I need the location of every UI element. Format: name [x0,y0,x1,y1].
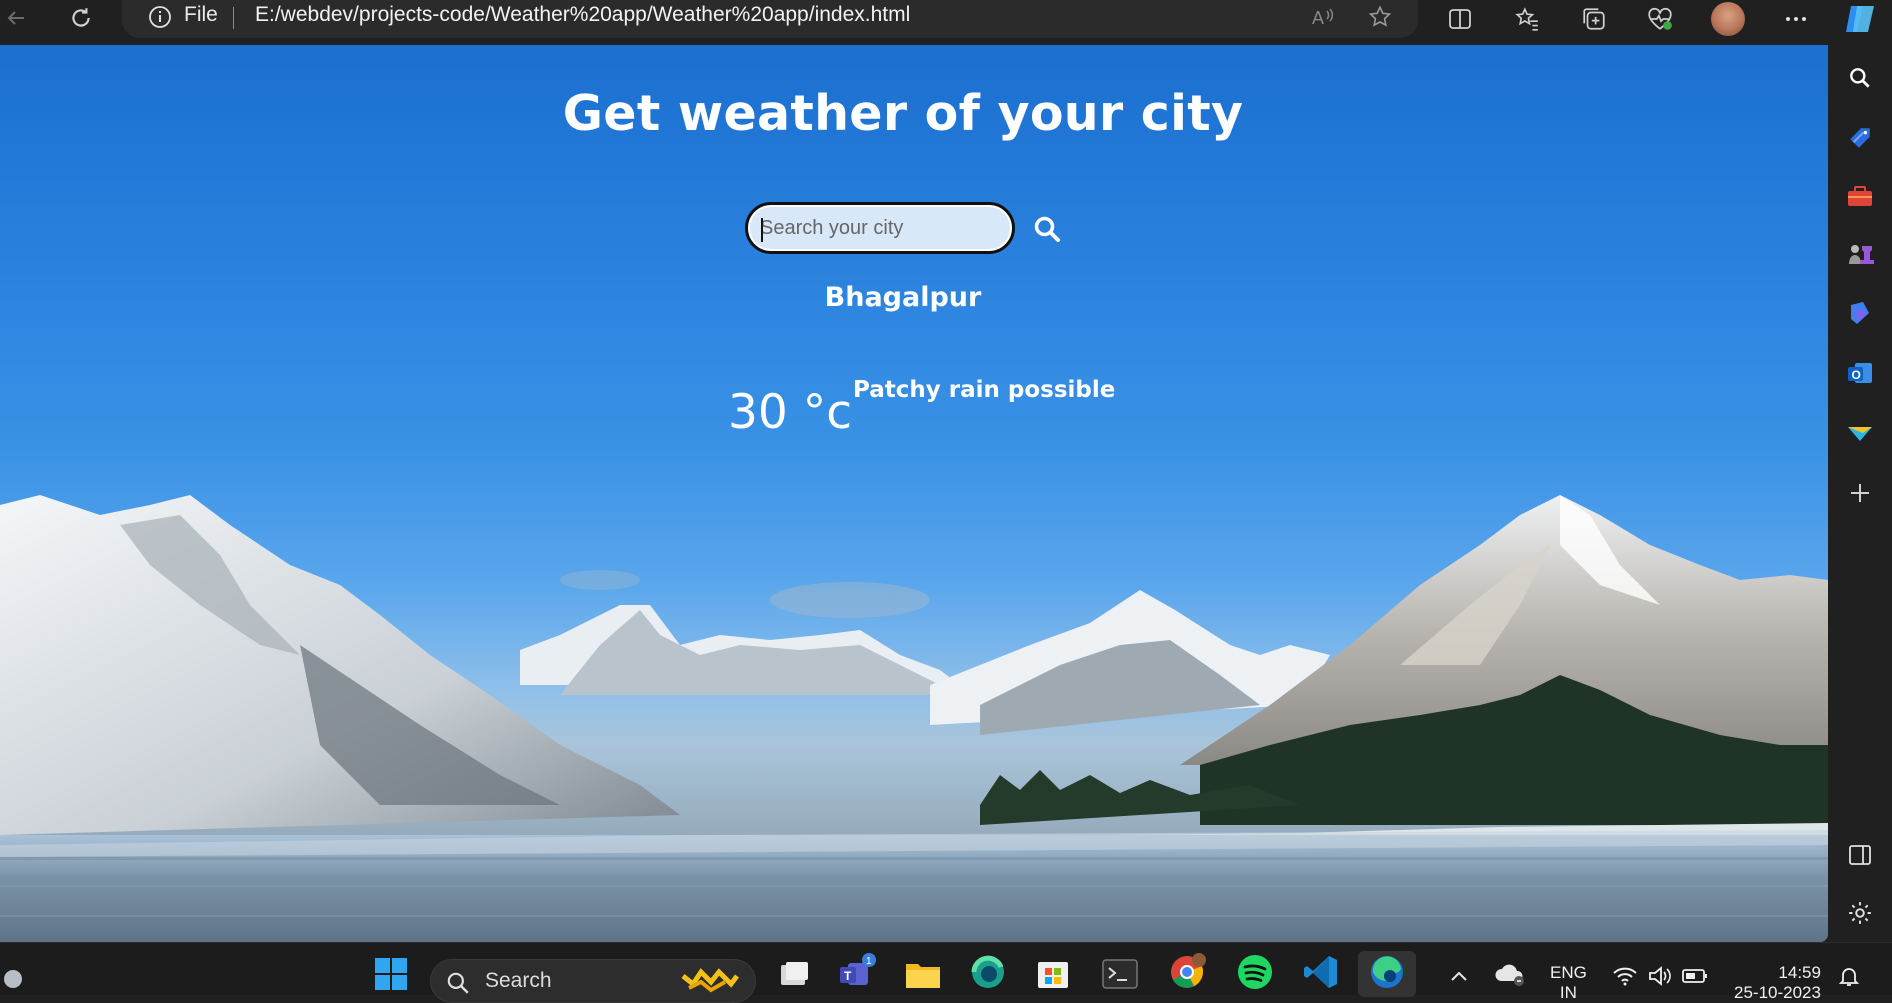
add-icon[interactable] [1844,477,1876,509]
favorites-icon[interactable] [1512,4,1542,34]
address-bar[interactable]: File E:/webdev/projects-code/Weather%20a… [122,0,1418,38]
search-box[interactable] [745,202,1015,254]
profile-avatar[interactable] [1711,2,1745,36]
search-icon [1034,216,1060,242]
mountain-lake-background [0,495,1828,942]
clock-time: 14:59 [1778,963,1821,982]
taskbar-search-label: Search [485,969,552,992]
taskbar-search-box[interactable]: Search [430,959,756,1003]
shopping-tag-icon[interactable] [1844,122,1876,154]
protocol-label: File [184,3,218,26]
city-name: Bhagalpur [824,282,982,313]
outlook-icon[interactable]: O [1844,357,1876,389]
task-view-icon[interactable] [773,953,815,995]
battery-icon[interactable] [1680,955,1710,997]
search-icon[interactable] [1844,62,1876,94]
sidebar-toggle-icon[interactable] [1844,839,1876,871]
language-code: ENG [1550,963,1587,982]
volume-icon[interactable] [1645,955,1675,997]
collections-icon[interactable] [1579,4,1609,34]
svg-text:T: T [844,969,852,983]
chevron-up-icon[interactable] [1444,955,1474,997]
region-code: IN [1559,983,1577,1002]
store-icon[interactable] [1032,951,1074,993]
svg-text:O: O [1852,368,1861,382]
svg-text:A: A [1312,8,1324,28]
settings-icon[interactable] [1844,897,1876,929]
search-icon [447,972,469,994]
read-aloud-icon[interactable]: A [1308,2,1338,32]
more-icon[interactable] [1781,4,1811,34]
spotify-icon[interactable] [1234,951,1276,993]
terminal-icon[interactable] [1099,953,1141,995]
wifi-icon[interactable] [1610,955,1640,997]
vscode-icon[interactable] [1300,951,1342,993]
file-explorer-icon[interactable] [902,953,944,995]
info-icon[interactable] [148,5,172,29]
windows-taskbar: Search T1 ENG IN 14:59 25-10-2023 [0,942,1892,1003]
split-screen-icon[interactable] [1445,4,1475,34]
browser-toolbar: File E:/webdev/projects-code/Weather%20a… [0,0,1892,45]
clock-date: 25-10-2023 [1734,983,1821,1002]
teams-icon[interactable]: T1 [837,951,879,993]
system-clock[interactable]: 14:59 25-10-2023 [1734,963,1821,1003]
edge-icon[interactable] [1366,951,1408,993]
browser-sidebar: O [1828,45,1892,942]
refresh-icon[interactable] [66,3,96,33]
address-separator [233,7,234,29]
games-icon[interactable] [1844,238,1876,270]
back-icon[interactable] [2,4,30,32]
teams-badge: 1 [866,956,872,967]
search-input[interactable] [754,209,1004,247]
windows-start-icon[interactable] [370,953,412,995]
chrome-icon[interactable] [1166,951,1208,993]
page-viewport: Get weather of your city Bhagalpur 30 °c… [0,45,1828,942]
language-indicator[interactable]: ENG IN [1550,963,1587,1003]
edge-dev-icon[interactable] [967,951,1009,993]
drop-icon[interactable] [1844,417,1876,449]
weather-condition: Patchy rain possible [853,377,1116,403]
favorite-star-icon[interactable] [1365,2,1395,32]
weather-widget-icon[interactable] [0,957,30,999]
page-title: Get weather of your city [562,85,1244,142]
notification-bell-icon[interactable] [1834,955,1864,997]
url-text[interactable]: E:/webdev/projects-code/Weather%20app/We… [255,3,910,27]
onedrive-icon[interactable] [1492,953,1528,995]
tools-icon[interactable] [1844,180,1876,212]
copilot-icon[interactable] [1841,0,1879,38]
text-caret [761,218,763,242]
temperature-value: 30 °c [728,385,853,440]
performance-icon[interactable] [1645,4,1675,34]
search-highlight-icon [681,968,739,993]
search-button[interactable] [1032,214,1062,244]
copilot-sidebar-icon[interactable] [1844,297,1876,329]
